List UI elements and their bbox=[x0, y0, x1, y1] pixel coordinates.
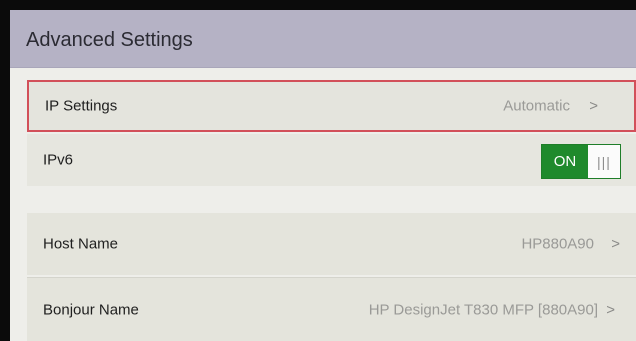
ip-settings-row[interactable]: IP Settings Automatic > bbox=[27, 80, 636, 132]
bonjour-name-row[interactable]: Bonjour Name HP DesignJet T830 MFP [880A… bbox=[27, 277, 636, 341]
ipv6-row: IPv6 ON ||| bbox=[27, 134, 636, 186]
host-name-value: HP880A90 bbox=[521, 235, 594, 253]
toggle-on-label: ON bbox=[542, 145, 588, 178]
ip-settings-label: IP Settings bbox=[45, 97, 118, 115]
ip-settings-value: Automatic bbox=[503, 97, 570, 115]
ipv6-label: IPv6 bbox=[43, 151, 74, 169]
page-title: Advanced Settings bbox=[26, 29, 193, 51]
host-name-label: Host Name bbox=[43, 235, 119, 253]
bonjour-name-label: Bonjour Name bbox=[43, 301, 139, 318]
chevron-right-icon: > bbox=[606, 301, 615, 318]
chevron-right-icon: > bbox=[611, 235, 620, 253]
grip-lines-icon: ||| bbox=[588, 145, 620, 178]
header-bar: Advanced Settings bbox=[10, 10, 636, 68]
printer-screen: Advanced Settings IP Settings Automatic … bbox=[10, 10, 636, 341]
host-name-row[interactable]: Host Name HP880A90 > bbox=[27, 213, 636, 275]
chevron-right-icon: > bbox=[589, 97, 598, 115]
bonjour-name-value: HP DesignJet T830 MFP [880A90] bbox=[368, 301, 598, 318]
ipv6-toggle[interactable]: ON ||| bbox=[541, 144, 621, 179]
